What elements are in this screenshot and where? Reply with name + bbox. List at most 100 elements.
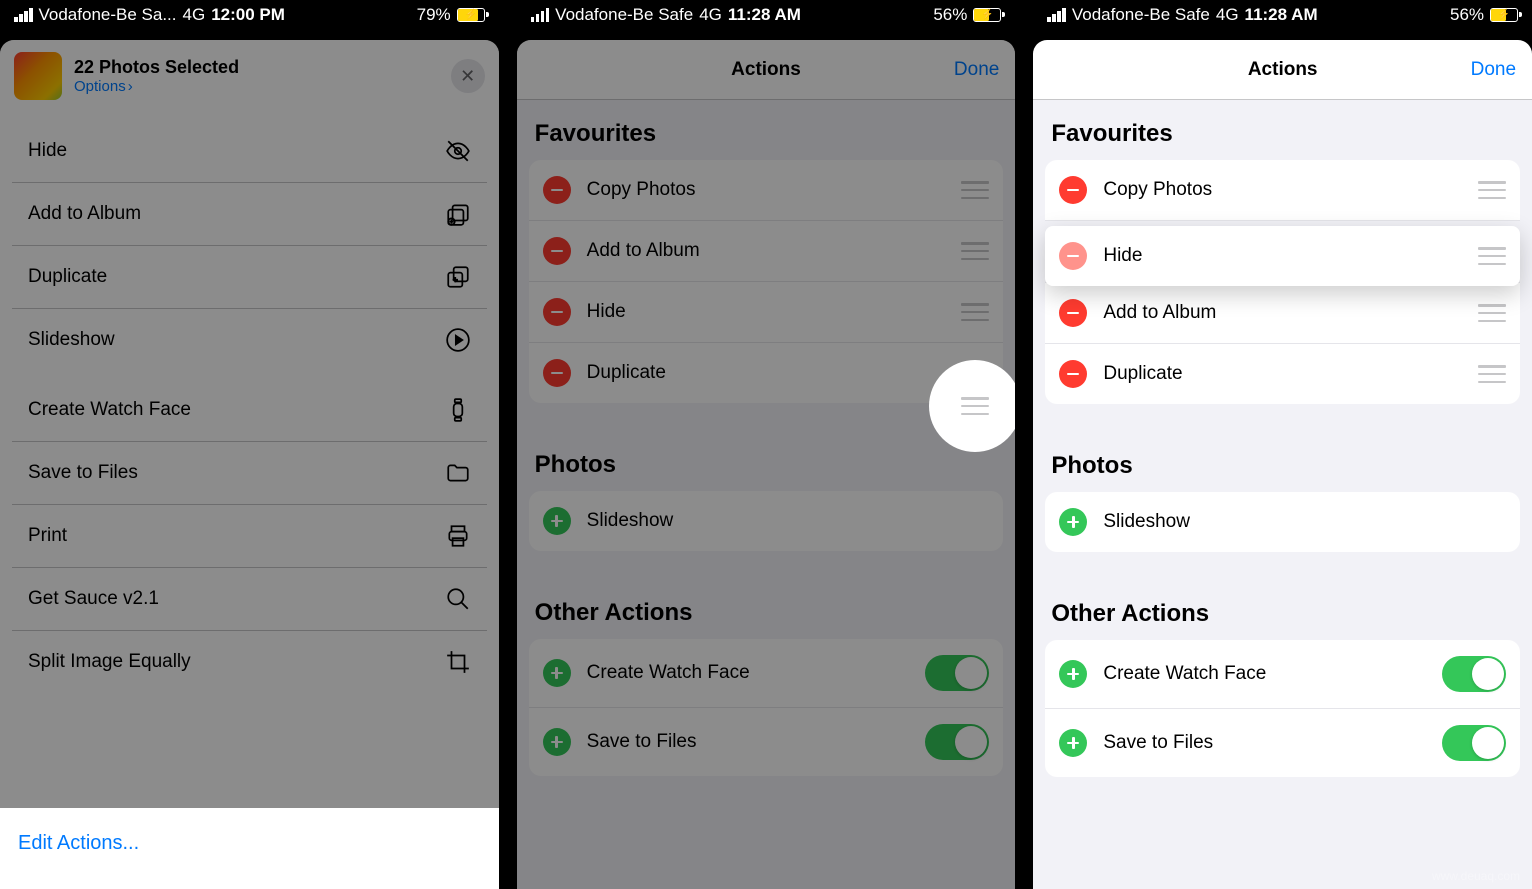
done-button[interactable]: Done <box>1471 59 1516 81</box>
watermark: www.deuaq.com <box>1432 869 1520 883</box>
action-duplicate[interactable]: Duplicate <box>12 246 487 309</box>
other-actions-list: Create Watch Face Save to Files <box>529 639 1004 776</box>
duplicate-icon <box>445 264 471 290</box>
time-label: 11:28 AM <box>728 5 801 25</box>
add-icon[interactable] <box>1059 660 1087 688</box>
toggle-switch[interactable] <box>1442 725 1506 761</box>
actions-sheet: Actions Done Favourites Copy Photos Add … <box>1033 40 1532 889</box>
drag-handle-icon[interactable] <box>1478 365 1506 383</box>
page-title: Actions <box>1033 59 1532 81</box>
actions-group-2: Create Watch Face Save to Files Print Ge… <box>12 379 487 693</box>
edit-actions-button[interactable]: Edit Actions... <box>0 808 499 889</box>
other-actions-header: Other Actions <box>517 579 1016 639</box>
status-bar: Vodafone-Be Sa... 4G 12:00 PM 79% ⚡ <box>0 0 499 30</box>
drag-handle-icon[interactable] <box>1478 181 1506 199</box>
remove-icon[interactable] <box>543 176 571 204</box>
row-duplicate[interactable]: Duplicate <box>1045 344 1520 404</box>
add-icon[interactable] <box>543 659 571 687</box>
row-save-to-files[interactable]: Save to Files <box>1045 709 1520 777</box>
drag-handle-icon[interactable] <box>961 303 989 321</box>
nav-bar: Actions Done <box>517 40 1016 100</box>
share-title: 22 Photos Selected <box>74 57 239 78</box>
toggle-switch[interactable] <box>925 655 989 691</box>
play-circle-icon <box>445 327 471 353</box>
favourites-list: Copy Photos Add to Album Hide <box>529 160 1004 403</box>
row-create-watch-face[interactable]: Create Watch Face <box>1045 640 1520 709</box>
battery-icon: ⚡ <box>1490 8 1518 22</box>
toggle-switch[interactable] <box>1442 656 1506 692</box>
remove-icon[interactable] <box>543 298 571 326</box>
watch-icon <box>445 397 471 423</box>
drag-handle-icon[interactable] <box>961 242 989 260</box>
favourites-header: Favourites <box>1033 100 1532 160</box>
row-create-watch-face[interactable]: Create Watch Face <box>529 639 1004 708</box>
carrier-label: Vodafone-Be Safe <box>1072 5 1210 25</box>
nav-bar: Actions Done <box>1033 40 1532 100</box>
action-print[interactable]: Print <box>12 505 487 568</box>
row-slideshow[interactable]: Slideshow <box>529 491 1004 551</box>
photos-header: Photos <box>1033 432 1532 492</box>
eye-slash-icon <box>445 138 471 164</box>
add-icon[interactable] <box>1059 729 1087 757</box>
drag-handle-icon[interactable] <box>1478 247 1506 265</box>
remove-icon[interactable] <box>1059 176 1087 204</box>
network-label: 4G <box>699 5 722 25</box>
favourites-header: Favourites <box>517 100 1016 160</box>
action-slideshow[interactable]: Slideshow <box>12 309 487 371</box>
row-save-to-files[interactable]: Save to Files <box>529 708 1004 776</box>
action-save-to-files[interactable]: Save to Files <box>12 442 487 505</box>
dragging-row-hide[interactable]: Hide <box>1045 226 1520 286</box>
printer-icon <box>445 523 471 549</box>
add-icon[interactable] <box>543 728 571 756</box>
search-icon <box>445 586 471 612</box>
time-label: 11:28 AM <box>1245 5 1318 25</box>
action-create-watch-face[interactable]: Create Watch Face <box>12 379 487 442</box>
folder-icon <box>445 460 471 486</box>
carrier-label: Vodafone-Be Safe <box>555 5 693 25</box>
add-icon[interactable] <box>1059 508 1087 536</box>
drag-handle-icon[interactable] <box>961 181 989 199</box>
remove-icon[interactable] <box>1059 360 1087 388</box>
time-label: 12:00 PM <box>211 5 285 25</box>
network-label: 4G <box>1216 5 1239 25</box>
row-copy-photos[interactable]: Copy Photos <box>1045 160 1520 221</box>
row-hide[interactable]: Hide <box>529 282 1004 343</box>
crop-icon <box>445 649 471 675</box>
signal-icon <box>1047 8 1066 22</box>
signal-icon <box>14 8 33 22</box>
album-add-icon <box>445 201 471 227</box>
options-link[interactable]: Options › <box>74 78 239 95</box>
battery-icon: ⚡ <box>973 8 1001 22</box>
action-get-sauce[interactable]: Get Sauce v2.1 <box>12 568 487 631</box>
battery-percent: 56% <box>933 5 967 25</box>
screen-share-sheet: Vodafone-Be Sa... 4G 12:00 PM 79% ⚡ 22 P… <box>0 0 499 889</box>
row-slideshow[interactable]: Slideshow <box>1045 492 1520 552</box>
remove-icon[interactable] <box>543 237 571 265</box>
photos-list: Slideshow <box>529 491 1004 551</box>
action-add-to-album[interactable]: Add to Album <box>12 183 487 246</box>
signal-icon <box>531 8 550 22</box>
action-split-image[interactable]: Split Image Equally <box>12 631 487 693</box>
remove-icon[interactable] <box>1059 242 1087 270</box>
action-hide[interactable]: Hide <box>12 120 487 183</box>
actions-group-1: Hide Add to Album Duplicate Slideshow <box>12 120 487 371</box>
remove-icon[interactable] <box>1059 299 1087 327</box>
battery-percent: 79% <box>417 5 451 25</box>
remove-icon[interactable] <box>543 359 571 387</box>
close-button[interactable]: ✕ <box>451 59 485 93</box>
row-add-to-album[interactable]: Add to Album <box>529 221 1004 282</box>
status-bar: Vodafone-Be Safe 4G 11:28 AM 56% ⚡ <box>1033 0 1532 30</box>
done-button[interactable]: Done <box>954 59 999 81</box>
row-copy-photos[interactable]: Copy Photos <box>529 160 1004 221</box>
toggle-switch[interactable] <box>925 724 989 760</box>
status-bar: Vodafone-Be Safe 4G 11:28 AM 56% ⚡ <box>517 0 1016 30</box>
page-title: Actions <box>517 59 1016 81</box>
photos-header: Photos <box>517 431 1016 491</box>
photos-list: Slideshow <box>1045 492 1520 552</box>
drag-handle-icon[interactable] <box>1478 304 1506 322</box>
screen-actions-editor-dragging: Vodafone-Be Safe 4G 11:28 AM 56% ⚡ Actio… <box>1033 0 1532 889</box>
add-icon[interactable] <box>543 507 571 535</box>
selection-thumbnail <box>14 52 62 100</box>
row-add-to-album[interactable]: Add to Album <box>1045 283 1520 344</box>
highlight-drag-handle <box>929 360 1015 452</box>
